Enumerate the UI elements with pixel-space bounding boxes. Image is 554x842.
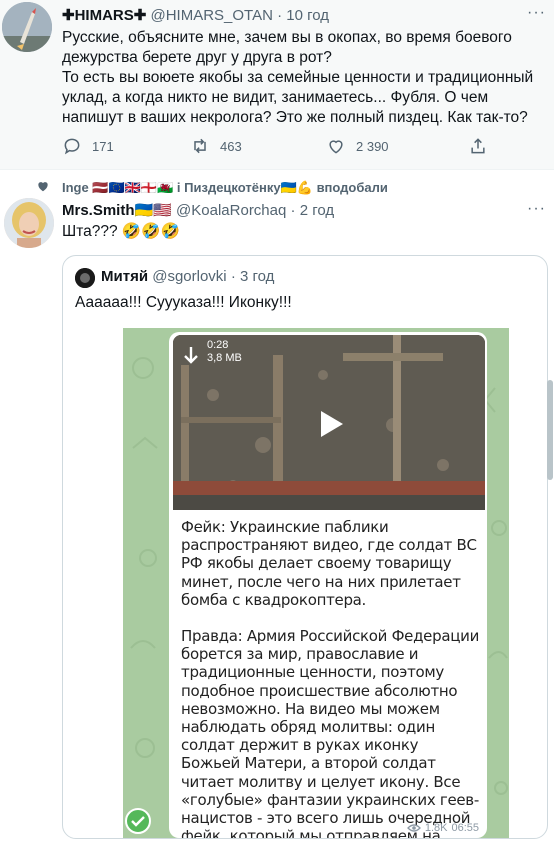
like-count: 2 390 xyxy=(356,138,389,154)
quote-header: Митяй @sgorlovki · 3 год xyxy=(101,268,274,285)
retweet-button[interactable]: 463 xyxy=(190,136,242,156)
quote-text: Аааааа!!! Суууказа!!! Иконку!!! xyxy=(75,294,292,311)
tweet-time[interactable]: 10 год xyxy=(286,7,329,24)
author-name[interactable]: Митяй xyxy=(101,268,148,285)
video-preview[interactable]: 0:28 3,8 MB xyxy=(173,335,485,510)
reply-icon xyxy=(64,138,80,155)
more-icon[interactable]: ··· xyxy=(527,200,546,218)
author-handle[interactable]: @sgorlovki xyxy=(152,268,226,285)
liked-by-emoji: 🇺🇦💪 xyxy=(280,180,313,195)
tweet-text: Шта??? 🤣🤣🤣 xyxy=(62,223,180,240)
liked-by-action: вподобали xyxy=(316,180,388,195)
tweet-text-line: Русские, объясните мне, зачем вы в окопа… xyxy=(62,29,512,66)
telegram-message: 0:28 3,8 MB Фейк: Украинские паблики рас… xyxy=(169,332,487,838)
quoted-tweet[interactable]: Митяй @sgorlovki · 3 год Аааааа!!! Сууук… xyxy=(62,255,548,839)
like-button[interactable]: 2 390 xyxy=(326,136,389,156)
video-size: 3,8 MB xyxy=(207,352,242,364)
telegram-text: Фейк: Украинские паблики распространяют … xyxy=(181,518,481,838)
author-handle[interactable]: @HIMARS_OTAN xyxy=(150,7,272,24)
liked-by-flags: 🇱🇻🇪🇺🇬🇧🏴󠁧󠁢󠁥󠁮󠁧󠁿🏴󠁧󠁢󠁷󠁬󠁳󠁿 xyxy=(92,180,174,195)
tweet-himars[interactable]: ✚HIMARS✚ @HIMARS_OTAN · 10 год ··· Русск… xyxy=(0,0,554,170)
reply-count: 171 xyxy=(92,138,114,154)
separator: · xyxy=(290,202,296,219)
view-count: 1.8K xyxy=(424,822,448,834)
telegram-paragraph: Фейк: Украинские паблики распространяют … xyxy=(181,518,477,609)
more-icon[interactable]: ··· xyxy=(527,4,546,22)
video-duration: 0:28 xyxy=(207,339,229,351)
liked-by-line[interactable]: Inge 🇱🇻🇪🇺🇬🇧🏴󠁧󠁢󠁥󠁮󠁧󠁿🏴󠁧󠁢󠁷󠁬󠁳󠁿 i Пиздецкотёнк… xyxy=(0,178,554,196)
telegram-footer: 1.8K 06:55 xyxy=(406,822,479,834)
like-icon xyxy=(329,140,343,154)
reply-button[interactable]: 171 xyxy=(62,136,114,156)
avatar[interactable] xyxy=(4,198,54,248)
scrollbar[interactable] xyxy=(547,380,553,480)
author-flags: 🇺🇦🇺🇸 xyxy=(134,202,172,219)
share-button[interactable] xyxy=(468,136,488,156)
download-icon[interactable] xyxy=(183,345,199,367)
author-handle[interactable]: @KoalaRorchaq xyxy=(176,202,286,219)
tweet-header: ✚HIMARS✚ @HIMARS_OTAN · 10 год xyxy=(62,6,329,24)
tweet-text-line: То есть вы воюете якобы за семейные ценн… xyxy=(62,69,534,126)
telegram-paragraph: Правда: Армия Российской Федерации борет… xyxy=(181,627,480,838)
check-icon xyxy=(125,808,151,834)
liked-by-name[interactable]: Inge xyxy=(62,180,89,195)
separator: · xyxy=(230,268,236,285)
retweet-count: 463 xyxy=(220,138,242,154)
eye-icon xyxy=(406,824,421,832)
retweet-icon xyxy=(194,138,206,154)
author-name[interactable]: ✚HIMARS✚ xyxy=(62,7,146,24)
separator: · xyxy=(277,7,283,24)
attached-image[interactable]: 0:28 3,8 MB Фейк: Украинские паблики рас… xyxy=(123,328,509,838)
avatar-image xyxy=(75,268,95,288)
avatar[interactable] xyxy=(75,268,95,288)
tweet-time[interactable]: 2 год xyxy=(300,202,334,219)
play-icon[interactable] xyxy=(313,407,347,441)
video-meta: 0:28 3,8 MB xyxy=(207,339,242,365)
like-icon xyxy=(38,182,48,192)
avatar-portrait-image xyxy=(4,198,54,248)
avatar[interactable] xyxy=(2,2,52,52)
tweet-time[interactable]: 3 год xyxy=(240,268,274,285)
liked-by-text: Inge 🇱🇻🇪🇺🇬🇧🏴󠁧󠁢󠁥󠁮󠁧󠁿🏴󠁧󠁢󠁷󠁬󠁳󠁿 i Пиздецкотёнк… xyxy=(62,180,388,196)
share-icon xyxy=(471,138,485,154)
tweet-header: Mrs.Smith🇺🇦🇺🇸 @KoalaRorchaq · 2 год xyxy=(62,201,334,219)
tweet-actions: 171 463 2 390 xyxy=(62,136,502,160)
liked-by-middle[interactable]: i Пиздецкотёнку xyxy=(177,180,281,195)
post-time: 06:55 xyxy=(451,822,479,834)
tweet-text: Русские, объясните мне, зачем вы в окопа… xyxy=(62,28,542,128)
avatar-rocket-image xyxy=(2,2,52,52)
author-name[interactable]: Mrs.Smith xyxy=(62,202,135,219)
